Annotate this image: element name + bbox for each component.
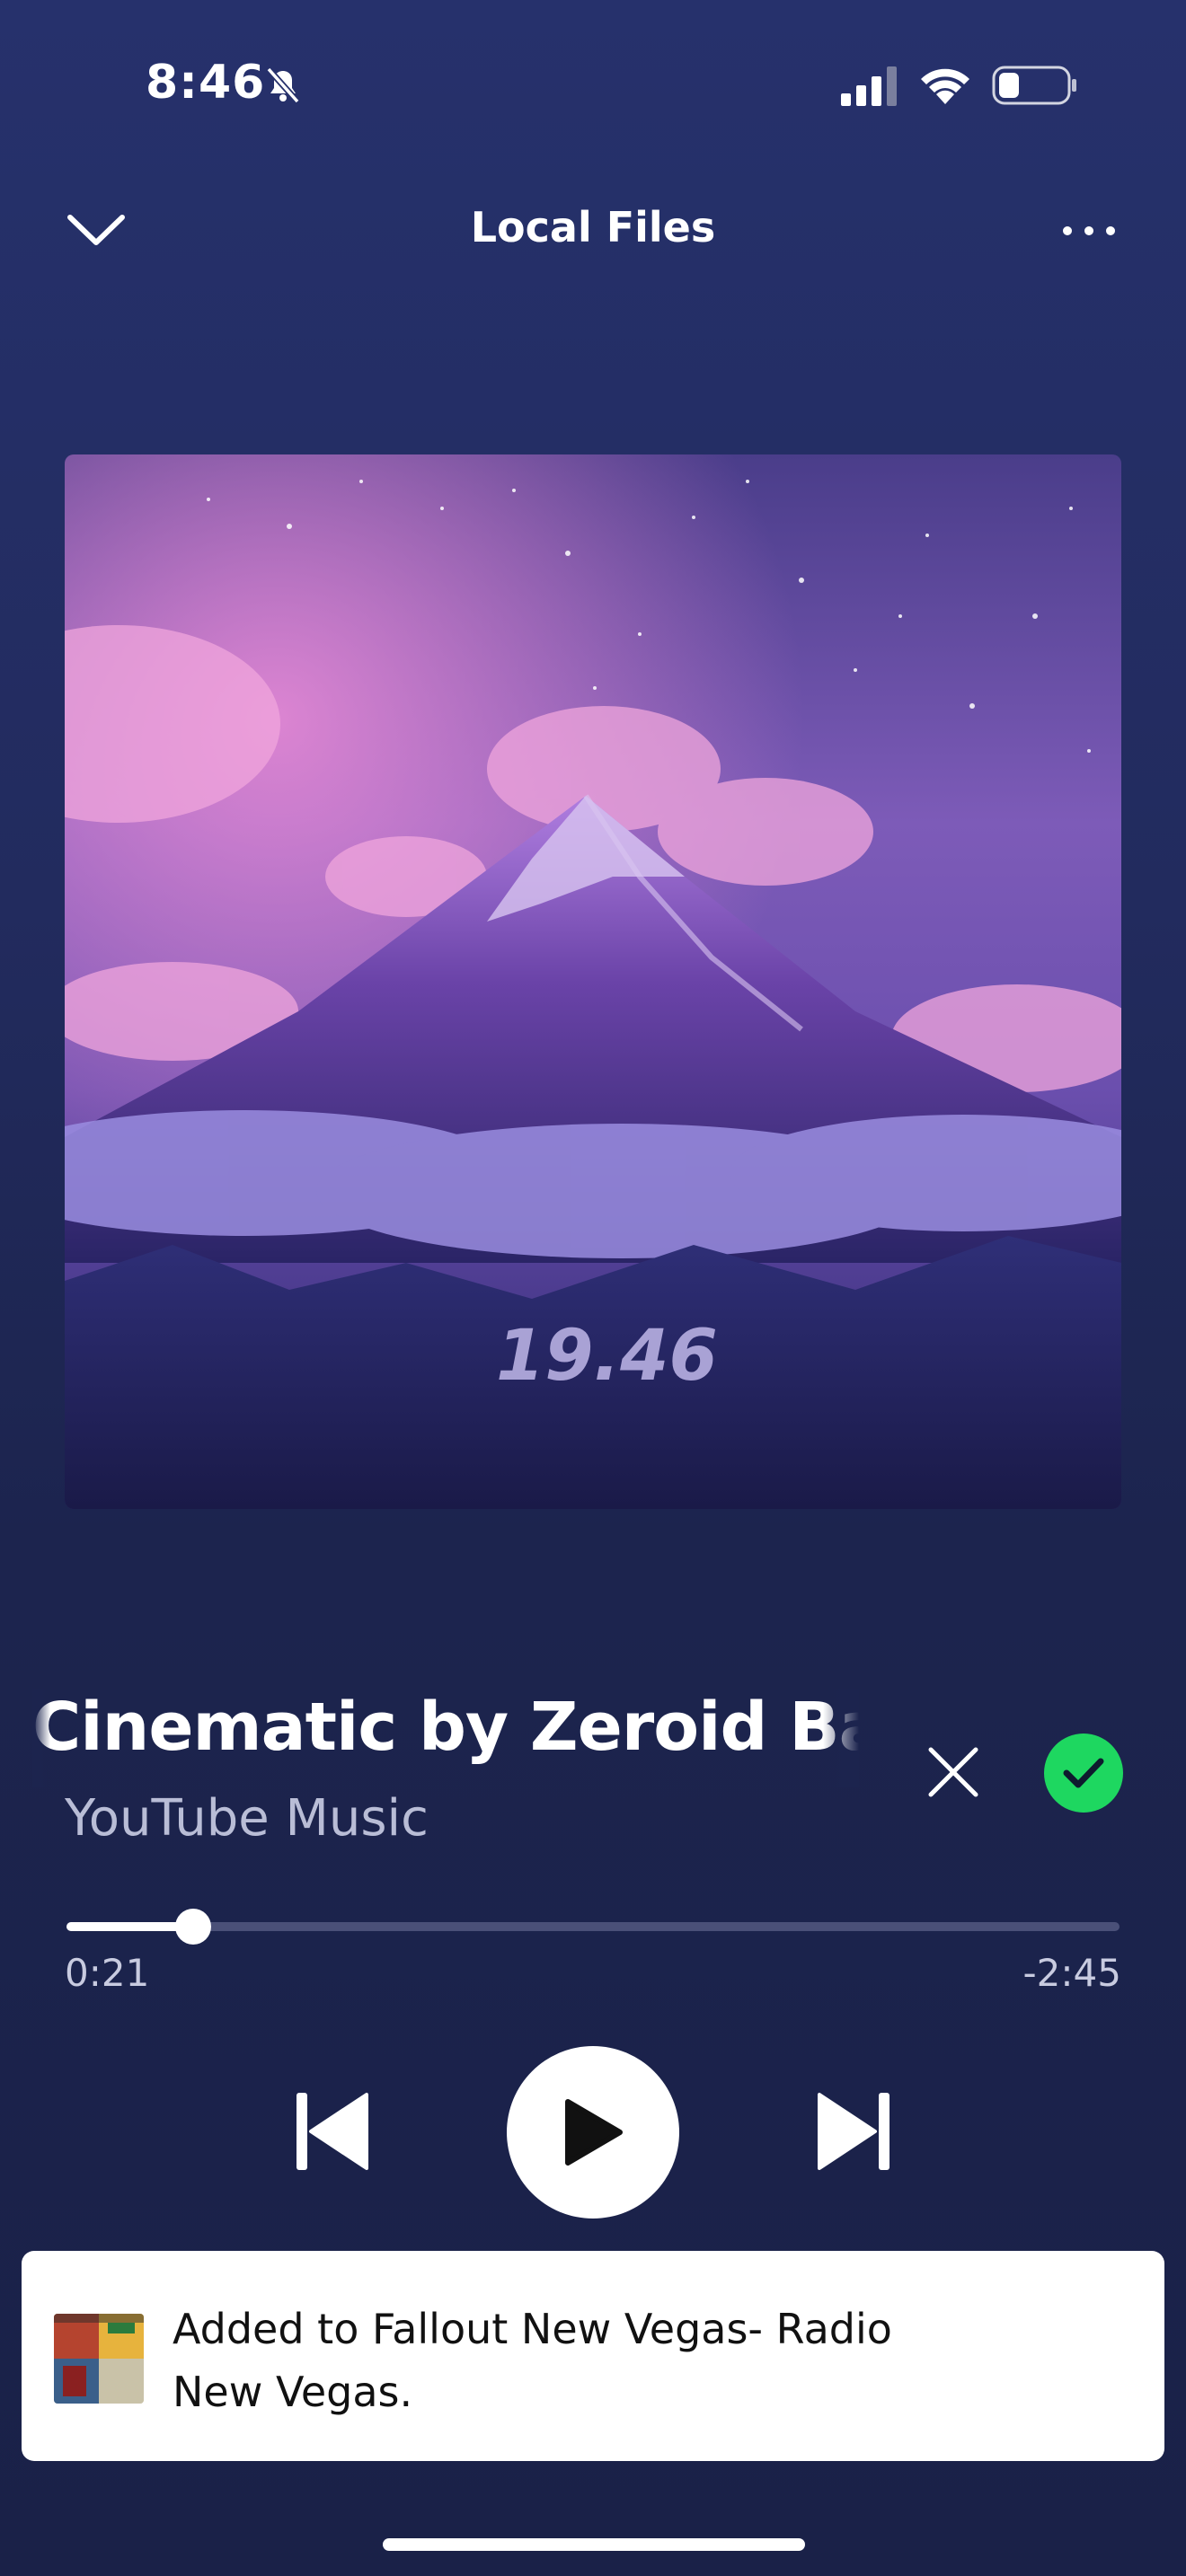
track-artist: YouTube Music bbox=[65, 1789, 429, 1848]
wifi-icon bbox=[921, 68, 969, 104]
track-title: Cinematic by Zeroid Batt bbox=[32, 1689, 859, 1766]
elapsed-time: 0:21 bbox=[65, 1951, 150, 1995]
bell-slash-icon bbox=[266, 66, 300, 104]
cellular-signal-icon bbox=[841, 66, 897, 106]
album-art: 19.46 bbox=[65, 454, 1121, 1509]
check-icon bbox=[1063, 1758, 1104, 1788]
status-time: 8:46 bbox=[146, 56, 266, 110]
playlist-thumbnail bbox=[54, 2314, 144, 2404]
close-icon[interactable] bbox=[925, 1744, 981, 1800]
skip-next-icon[interactable] bbox=[816, 2091, 891, 2172]
skip-previous-icon[interactable] bbox=[295, 2091, 370, 2172]
play-button[interactable] bbox=[507, 2046, 679, 2219]
battery-icon bbox=[992, 66, 1076, 105]
play-icon bbox=[565, 2099, 623, 2166]
home-indicator[interactable] bbox=[383, 2538, 805, 2551]
toast-notification: Added to Fallout New Vegas- Radio New Ve… bbox=[22, 2251, 1164, 2461]
more-icon[interactable] bbox=[1060, 216, 1118, 246]
album-art-text: 19.46 bbox=[496, 1316, 718, 1397]
remaining-time: -2:45 bbox=[1022, 1951, 1121, 1995]
page-title: Local Files bbox=[470, 203, 716, 251]
track-title-marquee: Cinematic by Zeroid Batt bbox=[32, 1689, 859, 1787]
progress-fill bbox=[66, 1922, 193, 1931]
added-check-button[interactable] bbox=[1044, 1734, 1123, 1813]
progress-bar[interactable] bbox=[66, 1909, 1120, 1945]
progress-handle[interactable] bbox=[174, 1909, 211, 1945]
toast-message: Added to Fallout New Vegas- Radio New Ve… bbox=[173, 2305, 892, 2416]
